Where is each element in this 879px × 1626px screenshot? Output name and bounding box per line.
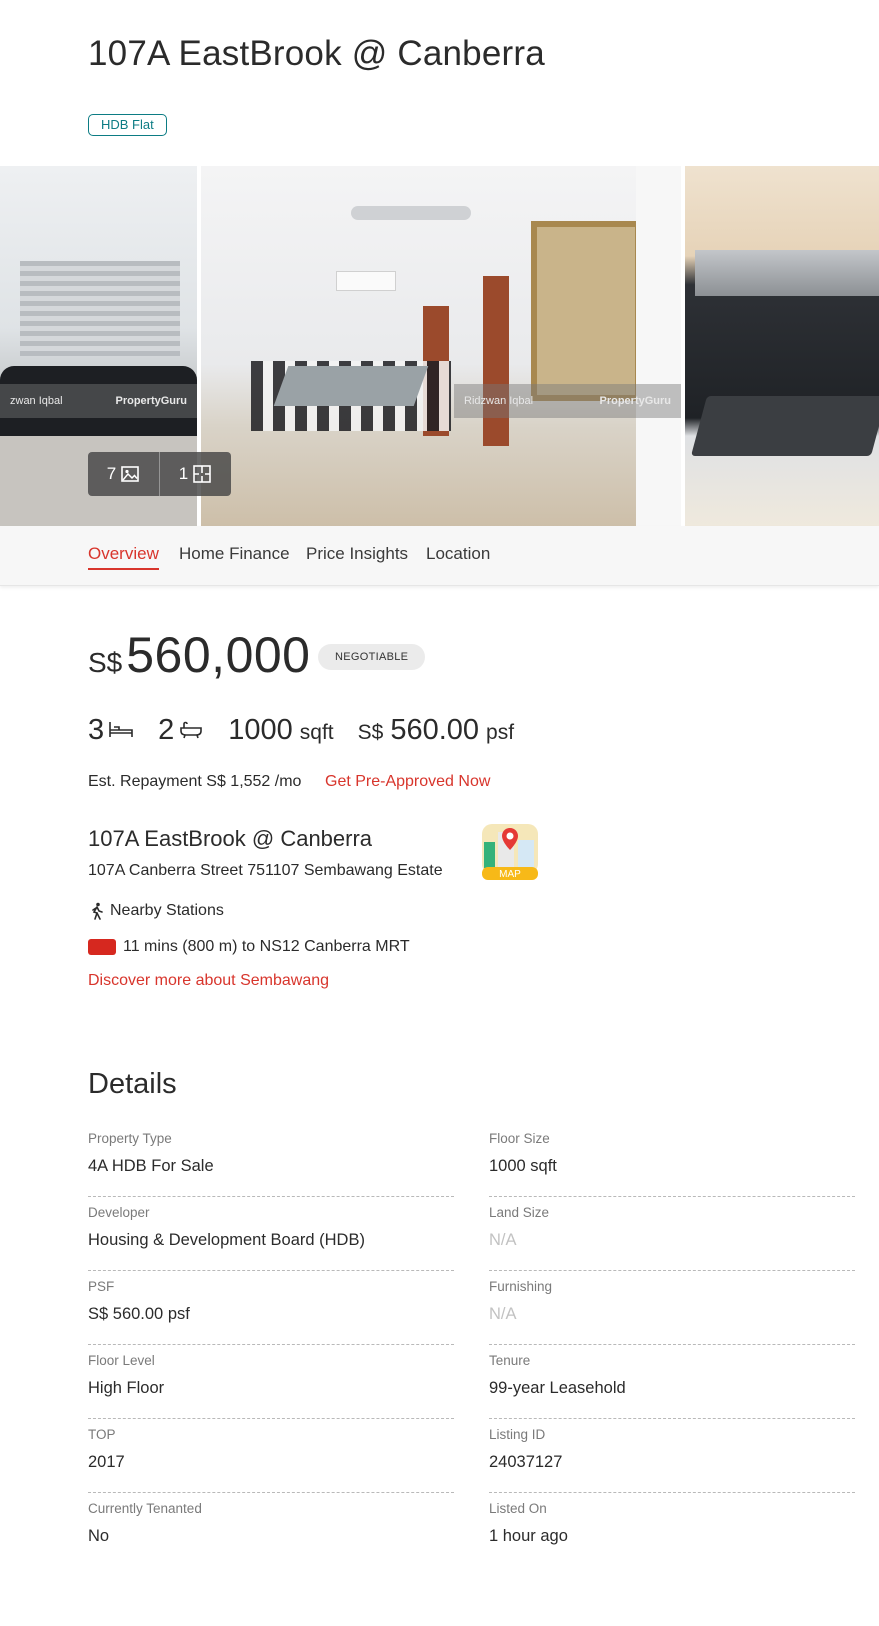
watermark-agent-name: zwan Iqbal [10,395,63,407]
photo-watermark: Ridzwan Iqbal PropertyGuru [454,384,681,418]
watermark-brand: PropertyGuru [115,395,187,407]
property-specs: 3 2 1000 sqft S$ 560.00 psf [88,714,514,747]
detail-top: TOP 2017 [88,1427,454,1493]
nearby-stations-label: Nearby Stations [110,902,224,919]
detail-label: Listing ID [489,1427,546,1442]
section-tabs: Overview Home Finance Price Insights Loc… [0,526,879,586]
detail-label: Land Size [489,1205,550,1220]
tab-location[interactable]: Location [426,542,490,570]
bathtub-icon [180,721,203,739]
negotiable-badge: NEGOTIABLE [318,644,426,670]
listing-title: 107A EastBrook @ Canberra [88,34,545,73]
wall [636,166,681,526]
detail-label: Listed On [489,1501,547,1516]
street-address: 107A Canberra Street 751107 Sembawang Es… [88,862,443,879]
image-icon [121,466,140,482]
detail-listed-on: Listed On 1 hour ago [489,1501,855,1567]
detail-label: Floor Size [489,1131,550,1146]
bedroom-count: 3 [88,714,105,746]
air-conditioner [336,271,396,291]
watermark-brand: PropertyGuru [599,395,671,407]
detail-value: S$ 560.00 psf [88,1305,190,1323]
psf-currency: S$ [357,721,384,744]
project-name: 107A EastBrook @ Canberra [88,826,373,851]
price-currency: S$ [88,647,123,678]
detail-furnishing: Furnishing N/A [489,1279,855,1345]
door [483,276,509,446]
detail-value: 1000 sqft [489,1157,557,1175]
detail-value: N/A [489,1305,517,1323]
detail-label: PSF [88,1279,115,1294]
tab-overview[interactable]: Overview [88,542,159,570]
detail-label: Developer [88,1205,150,1220]
detail-value: 24037127 [489,1453,563,1471]
detail-value: 4A HDB For Sale [88,1157,214,1175]
floorplan-count-button[interactable]: 1 [160,452,231,496]
walking-icon [92,902,103,920]
tab-price-insights[interactable]: Price Insights [306,542,408,570]
nearby-stations-heading: Nearby Stations [88,902,224,920]
detail-value: Housing & Development Board (HDB) [88,1231,365,1249]
detail-floor-level: Floor Level High Floor [88,1353,454,1419]
gallery-photo-dining-room[interactable]: Ridzwan Iqbal PropertyGuru [201,166,681,526]
map-label: MAP [499,869,521,880]
gas-hob [690,396,879,456]
map-button[interactable]: MAP [480,822,540,882]
cooker-hood [695,250,879,296]
mrt-station-row: 11 mins (800 m) to NS12 Canberra MRT [88,938,410,956]
detail-value: 99-year Leasehold [489,1379,626,1397]
detail-developer: Developer Housing & Development Board (H… [88,1205,454,1271]
watermark-agent-name: Ridzwan Iqbal [464,395,534,407]
detail-value: High Floor [88,1379,165,1397]
price-amount: 560,000 [126,627,311,683]
detail-value: 1 hour ago [489,1527,568,1545]
bed-icon [109,722,133,737]
detail-listing-id: Listing ID 24037127 [489,1427,855,1493]
detail-value: 2017 [88,1453,125,1471]
property-type-badge: HDB Flat [88,114,167,136]
detail-psf: PSF S$ 560.00 psf [88,1279,454,1345]
dining-table [273,366,429,406]
floor-size-unit: sqft [299,721,334,744]
psf-value: 560.00 [390,714,480,746]
details-heading: Details [88,1068,177,1100]
price: S$ 560,000 [88,626,311,684]
discover-neighbourhood-link[interactable]: Discover more about Sembawang [88,972,329,990]
detail-land-size: Land Size N/A [489,1205,855,1271]
detail-label: Tenure [489,1353,531,1368]
floorplan-count: 1 [178,464,189,483]
gallery-photo-kitchen[interactable] [685,166,879,526]
mrt-line-badge [88,939,116,955]
estimated-repayment: Est. Repayment S$ 1,552 /mo [88,773,302,790]
floor-size-value: 1000 [228,714,293,746]
photo-count: 7 [106,464,117,483]
media-counter[interactable]: 7 1 [88,452,231,496]
detail-currently-tenanted: Currently Tenanted No [88,1501,454,1567]
detail-value: No [88,1527,110,1545]
window-blind [20,261,180,356]
detail-label: Furnishing [489,1279,553,1294]
psf-unit: psf [486,721,515,744]
bathroom-count: 2 [158,714,175,746]
mrt-station-text: 11 mins (800 m) to NS12 Canberra MRT [123,938,410,955]
detail-property-type: Property Type 4A HDB For Sale [88,1131,454,1197]
detail-tenure: Tenure 99-year Leasehold [489,1353,855,1419]
ceiling-fan [351,206,471,220]
wall-frame [531,221,641,401]
detail-label: Floor Level [88,1353,155,1368]
detail-value: N/A [489,1231,517,1249]
tab-home-finance[interactable]: Home Finance [179,542,290,570]
photo-gallery[interactable]: zwan Iqbal PropertyGuru Ridzwan Iqbal Pr… [0,166,879,526]
photo-watermark: zwan Iqbal PropertyGuru [0,384,197,418]
detail-label: Property Type [88,1131,172,1146]
detail-floor-size: Floor Size 1000 sqft [489,1131,855,1197]
detail-label: Currently Tenanted [88,1501,202,1516]
floorplan-icon [193,465,212,483]
photo-count-button[interactable]: 7 [88,452,159,496]
detail-label: TOP [88,1427,116,1442]
get-pre-approved-link[interactable]: Get Pre-Approved Now [325,773,490,791]
